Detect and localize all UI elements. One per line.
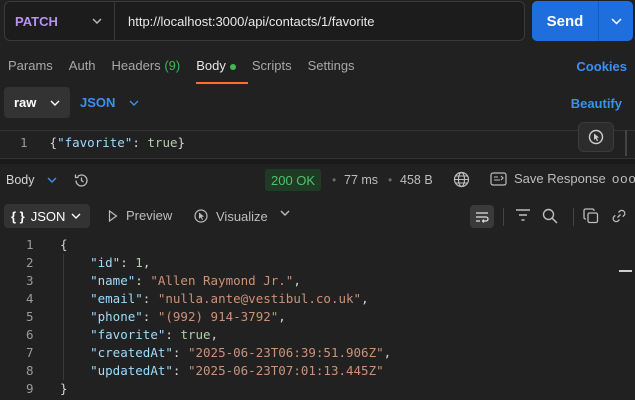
response-format-label: JSON <box>30 208 66 224</box>
tab-headers[interactable]: Headers (9) <box>112 58 181 78</box>
save-response-button[interactable]: Save Response <box>490 171 606 186</box>
save-icon <box>490 171 507 186</box>
filter-icon[interactable] <box>515 208 531 222</box>
chevron-down-icon <box>129 100 139 106</box>
line-number: 1 <box>26 237 34 252</box>
code-text: "id": 1, <box>90 255 151 270</box>
ai-assist-button[interactable] <box>578 122 614 152</box>
url-input[interactable]: http://localhost:3000/api/contacts/1/fav… <box>115 14 374 29</box>
request-scrollbar[interactable] <box>625 130 627 156</box>
separator-dot: • <box>332 173 337 187</box>
play-icon <box>108 209 118 222</box>
toolbar-divider <box>573 208 574 226</box>
visualize-chevron-icon[interactable] <box>280 210 290 216</box>
raw-select[interactable]: raw <box>4 87 70 118</box>
tab-auth[interactable]: Auth <box>69 58 96 78</box>
code-text: "email": "nulla.ante@vestibul.co.uk", <box>90 291 369 306</box>
search-icon[interactable] <box>542 208 558 224</box>
url-bar: PATCH http://localhost:3000/api/contacts… <box>4 1 525 41</box>
tab-headers-label: Headers <box>111 58 161 73</box>
method-label: PATCH <box>15 13 58 29</box>
braces-icon: { } <box>11 208 25 224</box>
save-response-label: Save Response <box>514 171 606 186</box>
wrap-lines-icon <box>476 211 489 223</box>
visualize-label: Visualize <box>216 208 268 224</box>
visualize-icon <box>194 209 208 223</box>
copy-icon[interactable] <box>583 208 599 224</box>
globe-icon[interactable] <box>453 171 470 188</box>
request-body-text: {"favorite": true} <box>49 135 186 150</box>
response-scrollbar[interactable] <box>619 270 632 272</box>
wrap-lines-button[interactable] <box>470 205 494 228</box>
chevron-down-icon <box>92 18 102 24</box>
response-body-label: Body <box>6 173 35 187</box>
response-size[interactable]: 458 B <box>400 173 433 187</box>
chevron-down-icon <box>50 100 60 106</box>
method-select[interactable]: PATCH <box>5 2 115 40</box>
tab-body[interactable]: Body <box>196 58 248 84</box>
tab-settings[interactable]: Settings <box>308 58 355 78</box>
response-time[interactable]: 77 ms <box>344 173 378 187</box>
request-tabs: Params Auth Headers (9) Body Scripts Set… <box>8 58 371 84</box>
line-number: 6 <box>26 327 34 342</box>
tab-params[interactable]: Params <box>8 58 53 78</box>
response-body-select[interactable]: Body <box>6 173 57 187</box>
line-number: 4 <box>26 291 34 306</box>
line-number: 2 <box>26 255 34 270</box>
preview-button[interactable]: Preview <box>108 208 172 223</box>
sparkle-cursor-icon <box>588 129 604 145</box>
preview-label: Preview <box>126 208 173 223</box>
send-label: Send <box>546 12 584 30</box>
body-indicator-dot <box>229 63 236 70</box>
cookies-link[interactable]: Cookies <box>576 59 627 74</box>
send-button[interactable]: Send <box>532 1 633 41</box>
tab-body-label: Body <box>196 58 226 73</box>
request-body-line: 1 {"favorite": true} <box>20 135 185 150</box>
history-icon[interactable] <box>73 172 90 189</box>
code-text: "phone": "(992) 914-3792", <box>90 309 286 324</box>
raw-label: raw <box>14 95 37 110</box>
code-text: "createdAt": "2025-06-23T06:39:51.906Z", <box>90 345 392 360</box>
line-number: 1 <box>20 135 28 150</box>
line-number: 9 <box>26 381 34 396</box>
code-text: { <box>60 237 68 252</box>
chevron-down-icon <box>71 213 81 219</box>
visualize-button[interactable]: Visualize <box>193 208 268 224</box>
tab-scripts[interactable]: Scripts <box>252 58 292 78</box>
link-icon[interactable] <box>611 208 627 224</box>
code-text: } <box>60 381 68 396</box>
line-number: 8 <box>26 363 34 378</box>
separator-dot: • <box>388 173 393 187</box>
body-format-label: JSON <box>80 95 116 110</box>
headers-count: (9) <box>164 58 181 73</box>
line-number: 5 <box>26 309 34 324</box>
body-format-select[interactable]: JSON <box>80 95 139 110</box>
code-text: "updatedAt": "2025-06-23T07:01:13.445Z" <box>90 363 384 378</box>
toolbar-divider <box>503 208 504 226</box>
status-badge[interactable]: 200 OK <box>265 169 322 191</box>
send-options-chevron-icon[interactable] <box>599 17 633 25</box>
code-text: "favorite": true, <box>90 327 219 342</box>
pane-divider[interactable] <box>0 158 635 164</box>
line-number: 3 <box>26 273 34 288</box>
beautify-button[interactable]: Beautify <box>571 96 622 111</box>
line-number: 7 <box>26 345 34 360</box>
more-options-icon[interactable]: ooo <box>612 171 635 186</box>
response-format-select[interactable]: { } JSON <box>4 204 90 228</box>
chevron-down-icon <box>47 177 56 183</box>
code-text: "name": "Allen Raymond Jr.", <box>90 273 301 288</box>
